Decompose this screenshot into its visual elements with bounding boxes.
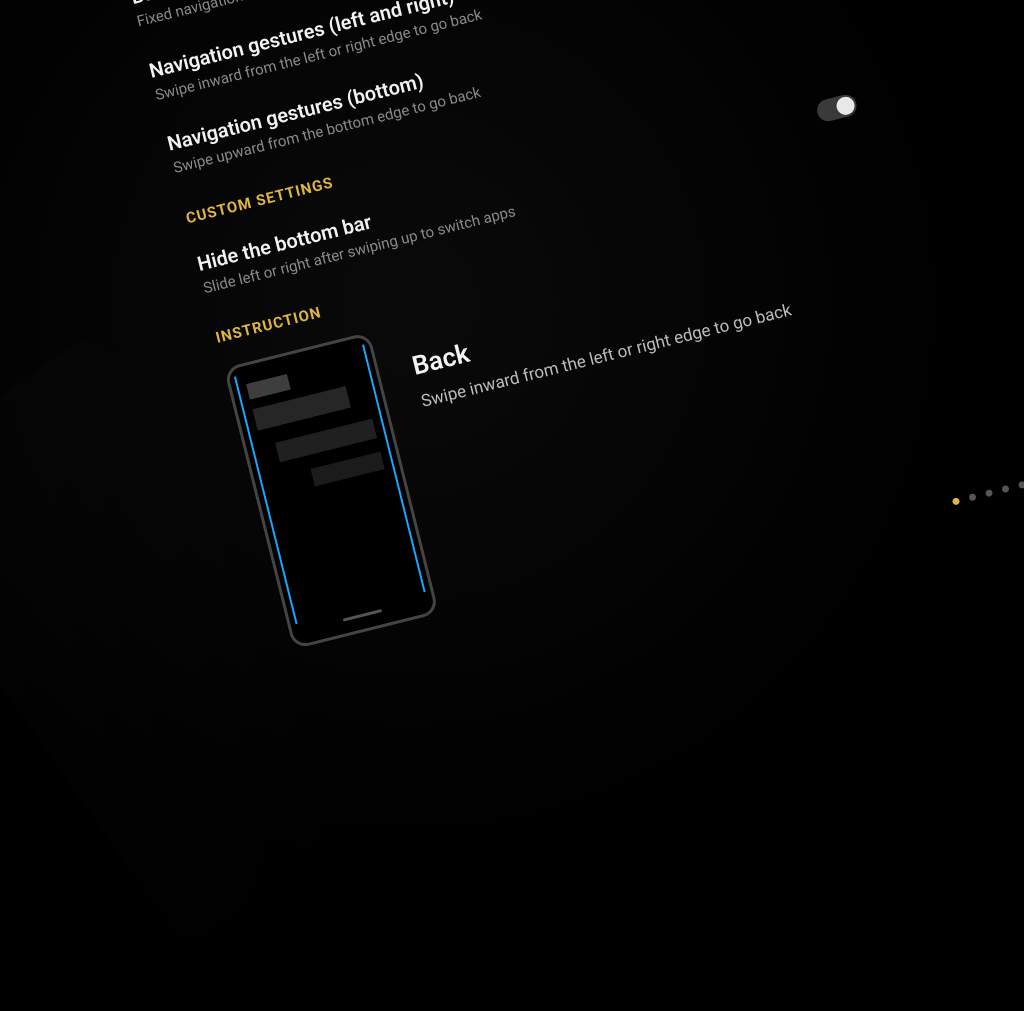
instruction-illustration — [224, 332, 440, 650]
dot-icon — [1001, 485, 1009, 493]
dot-icon — [1018, 481, 1024, 489]
settings-screen: Navigation CHOOSE NAVIGATION BAR Back, H… — [40, 0, 983, 664]
dot-icon — [985, 489, 993, 497]
page-indicator — [952, 481, 1024, 506]
dot-icon — [968, 493, 976, 501]
toggle-switch[interactable] — [815, 92, 859, 123]
dot-icon — [952, 497, 960, 505]
